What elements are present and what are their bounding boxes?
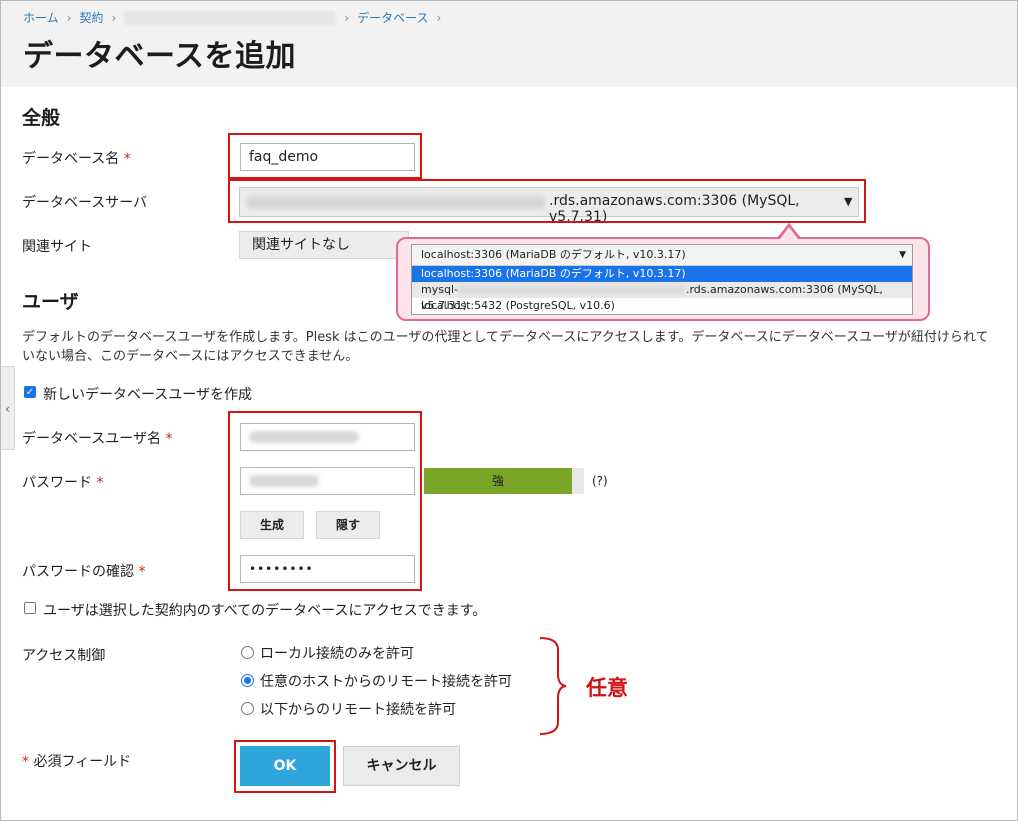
password-help-link[interactable]: (?): [592, 474, 608, 488]
redacted-hostname: [246, 196, 546, 209]
breadcrumb-redacted-subscription[interactable]: [124, 10, 337, 25]
password-strength-remaining: [572, 468, 584, 494]
breadcrumb-home[interactable]: ホーム: [23, 9, 59, 26]
required-fields-note: * 必須フィールド: [22, 754, 132, 770]
required-mark: *: [138, 564, 146, 580]
breadcrumb-separator-icon: ›: [111, 10, 117, 25]
hide-button[interactable]: 隠す: [316, 511, 380, 539]
redacted-username: [249, 431, 359, 443]
db-server-value: .rds.amazonaws.com:3306 (MySQL, v5.7.31): [549, 193, 800, 225]
access-control-label: アクセス制御: [22, 648, 106, 664]
access-option-specified-label: 以下からのリモート接続を許可: [260, 702, 456, 718]
sidebar-toggle[interactable]: ‹: [1, 366, 15, 450]
db-username-input[interactable]: [240, 423, 415, 451]
db-username-label: データベースユーザ名 *: [22, 431, 173, 447]
chevron-left-icon: ‹: [5, 402, 10, 416]
window-frame: [0, 0, 1018, 821]
user-description: デフォルトのデータベースユーザを作成します。Plesk はこのユーザの代理として…: [22, 330, 989, 364]
db-server-dropdown[interactable]: localhost:3306 (MariaDB のデフォルト, v10.3.17…: [411, 244, 913, 315]
access-option-any-host-label: 任意のホストからのリモート接続を許可: [260, 674, 512, 690]
section-user-heading: ユーザ: [22, 291, 79, 313]
breadcrumb: ホーム › 契約 › › データベース ›: [23, 9, 449, 26]
breadcrumb-separator-icon: ›: [66, 10, 72, 25]
access-radio-specified[interactable]: [241, 702, 254, 715]
access-radio-any-host[interactable]: [241, 674, 254, 687]
page-header: ホーム › 契約 › › データベース › データベースを追加: [1, 1, 1017, 87]
callout-tail-inner: [780, 227, 798, 239]
optional-annotation: 任意: [586, 676, 628, 700]
required-mark: *: [123, 151, 131, 167]
required-mark: *: [96, 475, 104, 491]
access-option-local-label: ローカル接続のみを許可: [260, 646, 414, 662]
chevron-down-icon: ▼: [844, 195, 853, 208]
dropdown-current[interactable]: localhost:3306 (MariaDB のデフォルト, v10.3.17…: [412, 245, 912, 266]
chevron-down-icon: ▼: [899, 250, 906, 260]
cancel-button[interactable]: キャンセル: [343, 746, 460, 786]
required-mark: *: [165, 431, 173, 447]
db-server-select[interactable]: .rds.amazonaws.com:3306 (MySQL, v5.7.31)…: [239, 187, 859, 225]
all-databases-label: ユーザは選択した契約内のすべてのデータベースにアクセスできます。: [43, 603, 487, 619]
db-name-label: データベース名 *: [22, 151, 131, 167]
breadcrumb-separator-icon: ›: [436, 10, 442, 25]
dropdown-option-postgresql[interactable]: localhost:5432 (PostgreSQL, v10.6): [412, 298, 912, 314]
redacted-hostname: [457, 285, 686, 295]
access-radio-local[interactable]: [241, 646, 254, 659]
brace-annotation-icon: [539, 637, 567, 735]
related-site-select[interactable]: 関連サイトなし: [239, 231, 409, 259]
dropdown-option-mysql-rds[interactable]: mysql- .rds.amazonaws.com:3306 (MySQL, v5…: [412, 282, 912, 312]
password-strength-meter: 強: [424, 468, 572, 494]
generate-button[interactable]: 生成: [240, 511, 304, 539]
breadcrumb-contract[interactable]: 契約: [79, 9, 103, 26]
dropdown-option-mariadb[interactable]: localhost:3306 (MariaDB のデフォルト, v10.3.17…: [412, 266, 912, 282]
password-confirm-input[interactable]: ••••••••: [240, 555, 415, 583]
page-title: データベースを追加: [23, 39, 296, 74]
db-name-input[interactable]: faq_demo: [240, 143, 415, 171]
create-user-checkbox[interactable]: ✓: [24, 386, 36, 398]
redacted-password: [249, 475, 319, 487]
required-mark: *: [22, 754, 29, 770]
db-server-label: データベースサーバ: [22, 195, 148, 211]
password-input[interactable]: [240, 467, 415, 495]
password-label: パスワード *: [22, 475, 104, 491]
password-confirm-label: パスワードの確認 *: [22, 564, 146, 580]
create-user-label: 新しいデータベースユーザを作成: [43, 387, 253, 403]
breadcrumb-databases[interactable]: データベース: [357, 9, 428, 26]
breadcrumb-separator-icon: ›: [344, 10, 350, 25]
related-site-label: 関連サイト: [22, 239, 92, 255]
section-general-heading: 全般: [22, 107, 61, 129]
all-databases-checkbox[interactable]: [24, 602, 36, 614]
ok-button[interactable]: OK: [240, 746, 330, 786]
